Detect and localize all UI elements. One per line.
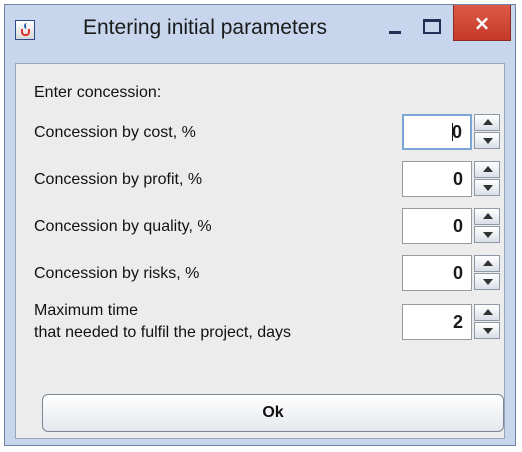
close-button[interactable]: ×	[453, 5, 511, 41]
cost-decrement-button[interactable]	[474, 132, 500, 149]
max-time-spinner: 2	[402, 304, 502, 340]
risks-increment-button[interactable]	[474, 255, 500, 272]
max-time-decrement-button[interactable]	[474, 322, 500, 339]
risks-input[interactable]: 0	[402, 255, 472, 291]
arrow-up-icon	[483, 309, 493, 315]
profit-label: Concession by profit, %	[34, 171, 203, 188]
cost-label: Concession by cost, %	[34, 124, 196, 141]
quality-increment-button[interactable]	[474, 208, 500, 225]
profit-input[interactable]: 0	[402, 161, 472, 197]
quality-decrement-button[interactable]	[474, 226, 500, 243]
max-time-label-line2: that needed to fulfil the project, days	[34, 324, 292, 341]
form-panel: Enter concession: Concession by cost, % …	[15, 63, 505, 439]
risks-label: Concession by risks, %	[34, 265, 200, 282]
ok-button[interactable]: Ok	[42, 394, 504, 432]
cost-increment-button[interactable]	[474, 114, 500, 131]
minimize-icon	[389, 31, 401, 34]
cost-spinner: 0	[402, 114, 502, 150]
arrow-up-icon	[483, 166, 493, 172]
risks-spinner: 0	[402, 255, 502, 291]
arrow-up-icon	[483, 119, 493, 125]
max-time-increment-button[interactable]	[474, 304, 500, 321]
dialog-window: Entering initial parameters × Enter conc…	[4, 4, 516, 446]
window-title: Entering initial parameters	[83, 16, 327, 39]
arrow-down-icon	[483, 185, 493, 191]
quality-label: Concession by quality, %	[34, 218, 212, 235]
arrow-down-icon	[483, 328, 493, 334]
arrow-down-icon	[483, 232, 493, 238]
close-icon: ×	[473, 11, 491, 35]
concession-heading: Enter concession:	[34, 84, 162, 101]
maximize-button[interactable]	[415, 9, 447, 41]
profit-decrement-button[interactable]	[474, 179, 500, 196]
java-icon	[15, 20, 35, 40]
arrow-down-icon	[483, 279, 493, 285]
max-time-label-line1: Maximum time	[34, 302, 139, 319]
arrow-up-icon	[483, 213, 493, 219]
arrow-down-icon	[483, 138, 493, 144]
maximize-icon	[423, 19, 441, 34]
cost-input[interactable]: 0	[402, 114, 472, 150]
profit-increment-button[interactable]	[474, 161, 500, 178]
title-bar[interactable]: Entering initial parameters ×	[5, 5, 515, 51]
max-time-input[interactable]: 2	[402, 304, 472, 340]
arrow-up-icon	[483, 260, 493, 266]
quality-spinner: 0	[402, 208, 502, 244]
risks-decrement-button[interactable]	[474, 273, 500, 290]
minimize-button[interactable]	[379, 9, 411, 41]
quality-input[interactable]: 0	[402, 208, 472, 244]
profit-spinner: 0	[402, 161, 502, 197]
